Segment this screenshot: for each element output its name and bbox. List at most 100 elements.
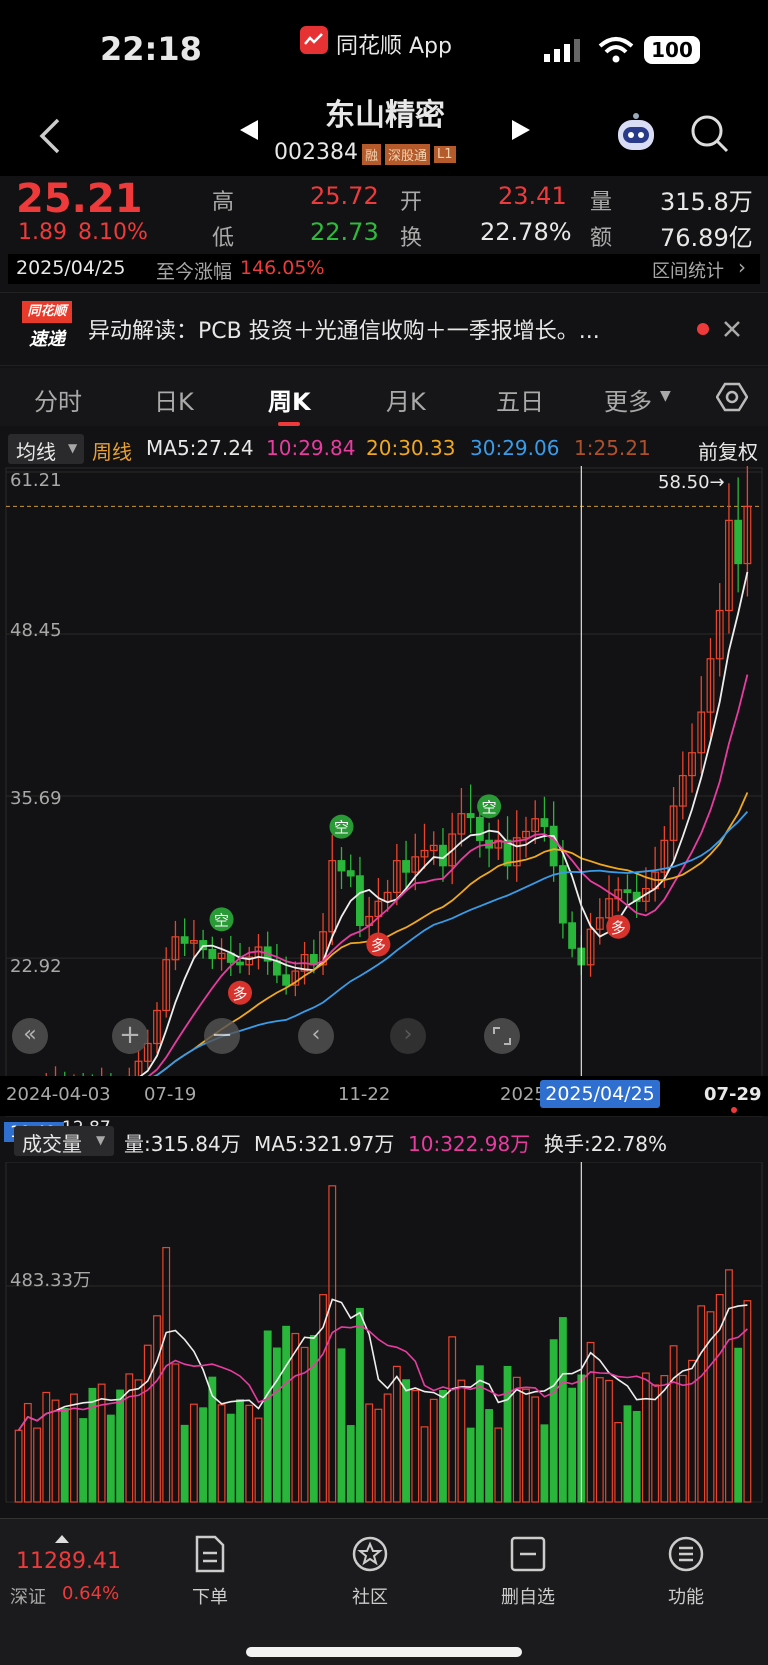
tab-intraday[interactable]: 分时 bbox=[34, 382, 82, 417]
news-logo-bottom: 速递 bbox=[29, 329, 65, 350]
zoom-reset-icon[interactable]: « bbox=[12, 1018, 48, 1054]
volume-bar bbox=[623, 1405, 632, 1503]
remove-watchlist-icon bbox=[510, 1536, 546, 1572]
news-logo-top: 同花顺 bbox=[22, 301, 72, 323]
volume-bar bbox=[614, 1422, 623, 1503]
candle-body bbox=[272, 960, 281, 976]
volume-bar bbox=[14, 1429, 23, 1503]
tag-connect: 深股通 bbox=[385, 144, 431, 165]
community-button[interactable]: 社区 bbox=[310, 1535, 430, 1609]
volume-turnover: 换手:22.78% bbox=[544, 1132, 667, 1156]
candle-body bbox=[549, 825, 558, 867]
volume-bar bbox=[558, 1317, 567, 1503]
volume-bar bbox=[282, 1325, 291, 1503]
volume-bar bbox=[568, 1387, 577, 1503]
volume-bar bbox=[180, 1424, 189, 1503]
volume-indicator-dropdown[interactable]: 成交量 ▼ bbox=[14, 1126, 114, 1156]
back-icon[interactable] bbox=[36, 116, 64, 156]
tab-more[interactable]: 更多 bbox=[604, 382, 652, 417]
prev-stock-icon[interactable] bbox=[238, 118, 260, 142]
quote-panel: 25.21 1.89 8.10% 高 25.72 开 23.41 量 315.8… bbox=[0, 176, 768, 290]
index-value[interactable]: 11289.41 bbox=[16, 1549, 121, 1574]
tab-five-day[interactable]: 五日 bbox=[496, 382, 544, 417]
settings-hexagon-icon[interactable] bbox=[716, 382, 748, 412]
scroll-right-icon[interactable]: › bbox=[390, 1018, 426, 1054]
volume-bar bbox=[70, 1393, 78, 1503]
close-icon[interactable] bbox=[722, 319, 742, 339]
sell-signal-label: 空 bbox=[214, 911, 229, 929]
tab-monthly[interactable]: 月K bbox=[386, 382, 426, 417]
signal-icon bbox=[544, 39, 580, 62]
volume-bar bbox=[79, 1418, 88, 1503]
cursor-date-badge: 2025/04/25 bbox=[540, 1080, 660, 1108]
price-change-pct: 8.10% bbox=[78, 220, 148, 245]
community-icon bbox=[352, 1536, 388, 1572]
zoom-out-icon[interactable]: − bbox=[204, 1018, 240, 1054]
volume-ma5: MA5:321.97万 bbox=[254, 1132, 395, 1156]
stock-name: 东山精密 bbox=[325, 98, 445, 133]
volume-value: 量:315.84万 bbox=[124, 1132, 241, 1156]
remove-watchlist-button[interactable]: 删自选 bbox=[468, 1535, 588, 1609]
ma5-line bbox=[18, 571, 749, 1091]
volume-bar bbox=[439, 1389, 447, 1503]
next-stock-icon[interactable] bbox=[510, 118, 532, 142]
scroll-left-icon[interactable]: ‹ bbox=[298, 1018, 334, 1054]
volume-bar bbox=[272, 1347, 281, 1503]
indicator-dropdown-label: 均线 bbox=[16, 440, 56, 464]
order-button[interactable]: 下单 bbox=[150, 1535, 270, 1609]
functions-label: 功能 bbox=[668, 1587, 704, 1608]
tab-daily[interactable]: 日K bbox=[154, 382, 194, 417]
ma5-value: MA5:27.24 bbox=[146, 436, 254, 460]
order-label: 下单 bbox=[192, 1587, 228, 1608]
tab-weekly[interactable]: 周K bbox=[268, 382, 311, 417]
candle-body bbox=[346, 870, 355, 877]
range-stats-link[interactable]: 区间统计 bbox=[652, 257, 724, 283]
functions-button[interactable]: 功能 bbox=[626, 1535, 746, 1609]
news-banner[interactable]: 同花顺 速递 异动解读：PCB 投资＋光通信收购＋一季报增长。... bbox=[0, 292, 768, 366]
volume-bar bbox=[291, 1332, 300, 1503]
volume-bar bbox=[503, 1365, 512, 1503]
volume-chart[interactable] bbox=[0, 1162, 768, 1512]
low-label: 低 bbox=[212, 226, 235, 251]
up-arrow-icon bbox=[55, 1535, 69, 1543]
indicator-dropdown[interactable]: 均线 ▼ bbox=[8, 434, 84, 464]
volume-label: 量 bbox=[590, 190, 613, 215]
amount-label: 额 bbox=[590, 226, 613, 251]
volume-bar bbox=[199, 1407, 208, 1503]
menu-icon bbox=[668, 1536, 704, 1572]
volume-bar bbox=[734, 1347, 743, 1503]
latest-dot-icon bbox=[731, 1107, 737, 1113]
robot-assistant-icon[interactable] bbox=[610, 110, 662, 158]
volume-bar bbox=[374, 1408, 383, 1503]
candle-body bbox=[540, 818, 549, 827]
volume-bar bbox=[263, 1330, 272, 1503]
turnover-label: 换 bbox=[400, 226, 423, 251]
volume-bar bbox=[392, 1365, 401, 1503]
volume-bar bbox=[42, 1391, 51, 1503]
period-label: 周线 bbox=[92, 440, 132, 464]
price-axis-label: 22.92 bbox=[10, 956, 62, 977]
chevron-right-icon: › bbox=[738, 255, 746, 279]
search-icon[interactable] bbox=[690, 114, 730, 154]
ma10-value: 10:29.84 bbox=[266, 436, 356, 460]
zoom-in-icon[interactable]: + bbox=[112, 1018, 148, 1054]
volume-ma10: 10:322.98万 bbox=[408, 1132, 531, 1156]
volume-bar bbox=[697, 1305, 706, 1503]
volume-bar bbox=[466, 1427, 475, 1503]
date-axis-label: 11-22 bbox=[338, 1084, 391, 1105]
buy-signal-label: 多 bbox=[371, 937, 386, 955]
range-stats-bar[interactable]: 2025/04/25 至今涨幅 146.05% 区间统计 › bbox=[8, 254, 760, 284]
candle-body bbox=[734, 519, 743, 565]
open-label: 开 bbox=[400, 190, 423, 215]
adjust-mode[interactable]: 前复权 bbox=[698, 436, 758, 465]
ma1-value: 1:25.21 bbox=[574, 436, 651, 460]
price-axis-label: 48.45 bbox=[10, 620, 62, 641]
fullscreen-icon[interactable] bbox=[484, 1018, 520, 1054]
ma20-value: 20:30.33 bbox=[366, 436, 456, 460]
candle-body bbox=[180, 936, 189, 944]
range-date: 2025/04/25 bbox=[16, 257, 126, 279]
volume-bar bbox=[457, 1379, 466, 1503]
candle-body bbox=[466, 813, 475, 819]
stock-code-row: 002384 融深股通 L1 bbox=[274, 140, 456, 165]
volume-bar bbox=[245, 1404, 254, 1503]
